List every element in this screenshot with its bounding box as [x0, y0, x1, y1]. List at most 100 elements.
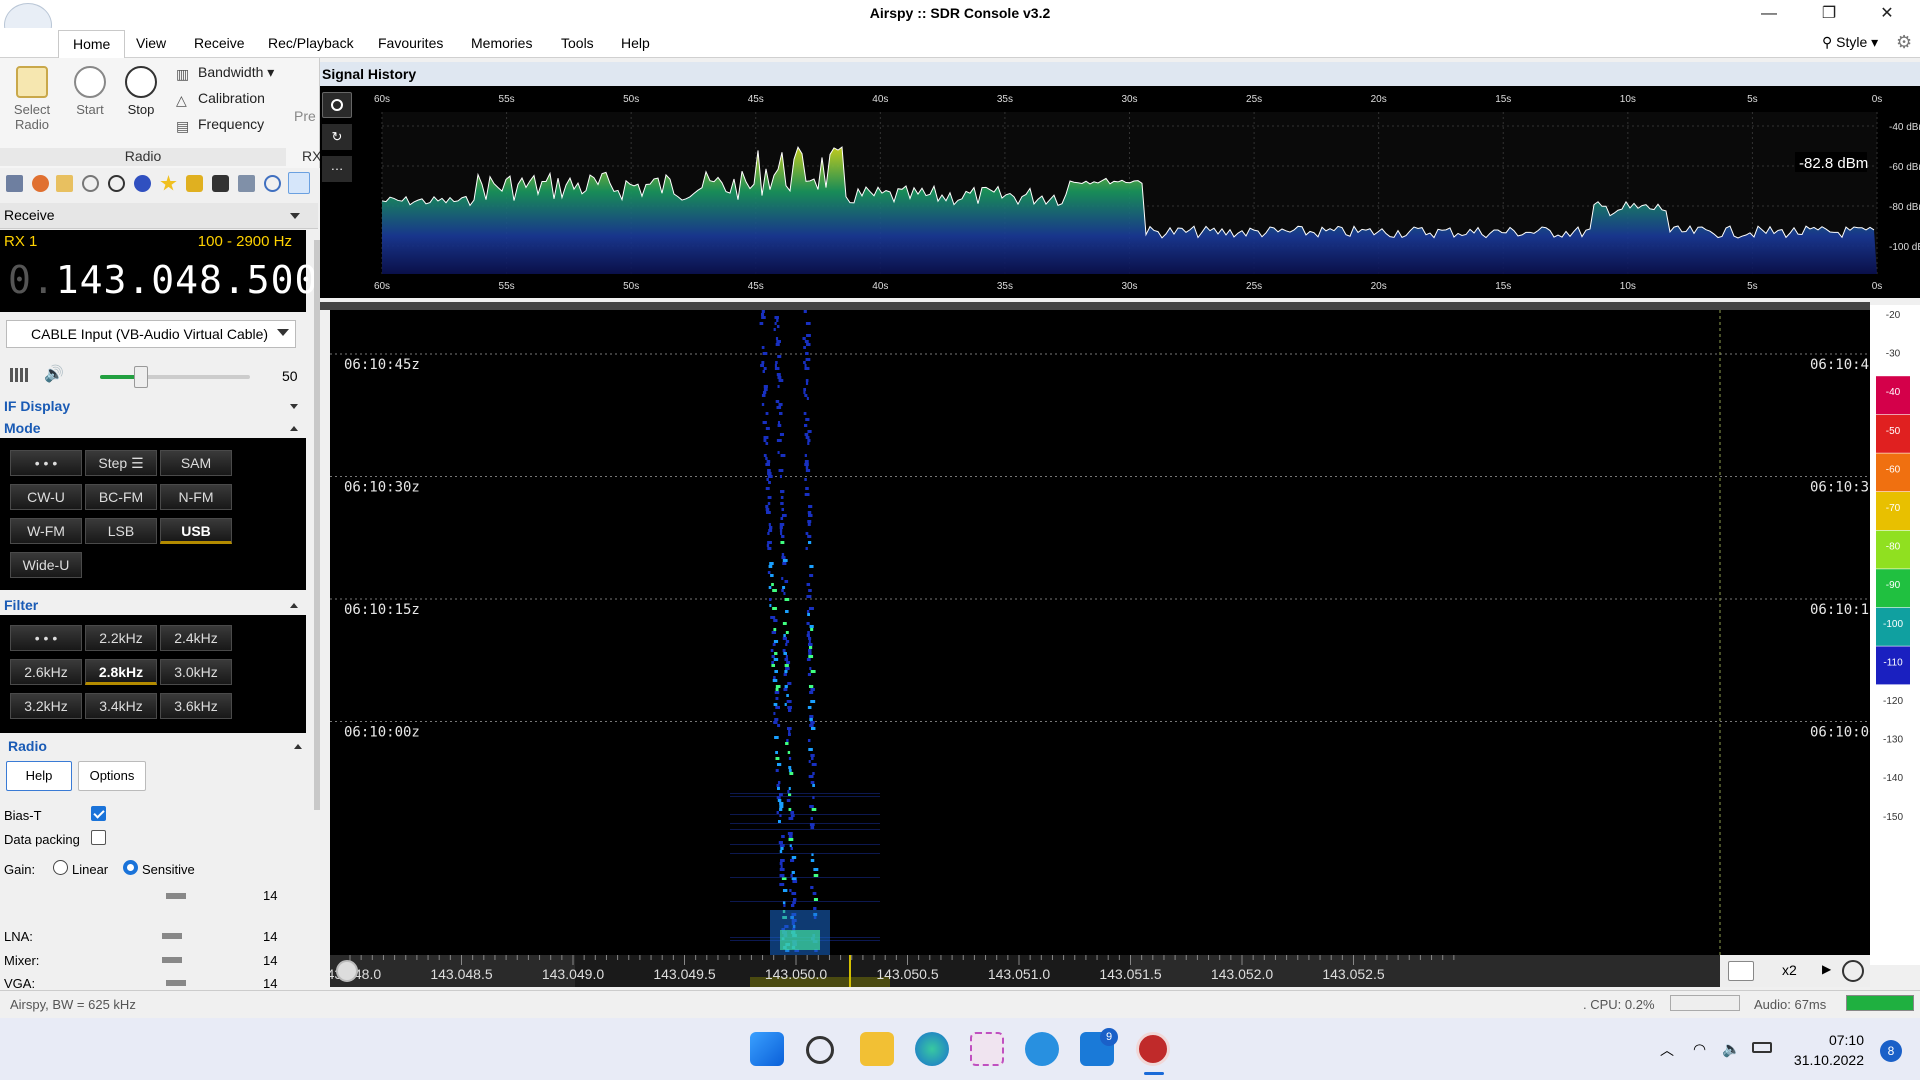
steam-icon[interactable]	[1025, 1032, 1059, 1066]
mode-sam-button[interactable]: SAM	[160, 450, 232, 476]
mode-usb-button[interactable]: USB	[160, 518, 232, 544]
frequency-readout[interactable]: 0.143.048.500	[8, 258, 318, 302]
mode-wideu-button[interactable]: Wide-U	[10, 552, 82, 578]
menu-receive[interactable]: Receive	[194, 35, 245, 51]
filter-2-4-button[interactable]: 2.4kHz	[160, 625, 232, 651]
wifi-icon[interactable]: ◠	[1693, 1040, 1706, 1058]
mode-more-button[interactable]: • • •	[10, 450, 82, 476]
mode-cwu-button[interactable]: CW-U	[10, 484, 82, 510]
mode-step-button[interactable]: Step ☰	[85, 450, 157, 476]
filter-header[interactable]: Filter	[0, 594, 306, 616]
menu-help[interactable]: Help	[621, 35, 650, 51]
play-small-icon[interactable]	[82, 175, 99, 192]
undo-icon[interactable]	[264, 175, 281, 192]
filter-2-6-button[interactable]: 2.6kHz	[10, 659, 82, 685]
data-packing-checkbox[interactable]	[91, 830, 106, 845]
filter-3-2-button[interactable]: 3.2kHz	[10, 693, 82, 719]
radio-header[interactable]: Radio	[4, 735, 310, 757]
start-button[interactable]: Start	[70, 66, 110, 117]
mode-wfm-button[interactable]: W-FM	[10, 518, 82, 544]
windows-start-icon[interactable]	[750, 1032, 784, 1066]
bias-t-checkbox[interactable]	[91, 806, 106, 821]
frequency-display[interactable]: RX 1 100 - 2900 Hz 0.143.048.500	[0, 230, 317, 312]
volume-slider[interactable]	[100, 366, 250, 388]
frequency-button[interactable]: ▤ Frequency	[176, 116, 264, 134]
mixer-slider[interactable]	[162, 957, 182, 963]
audio-input-select[interactable]: CABLE Input (VB-Audio Virtual Cable)	[6, 320, 296, 348]
zoom-value[interactable]: x2	[1782, 962, 1797, 978]
chevron-right-icon[interactable]: ▶	[1822, 962, 1831, 976]
vga-slider[interactable]	[166, 980, 186, 986]
filter-2-2-button[interactable]: 2.2kHz	[85, 625, 157, 651]
left-panel-scrollbar[interactable]	[314, 240, 320, 810]
filter-2-8-button[interactable]: 2.8kHz	[85, 659, 157, 685]
chevron-up-icon[interactable]: ︿	[1660, 1040, 1674, 1060]
chevron-down-icon[interactable]	[290, 213, 300, 219]
mode-header[interactable]: Mode	[0, 417, 306, 439]
menu-view[interactable]: View	[136, 35, 166, 51]
mode-lsb-button[interactable]: LSB	[85, 518, 157, 544]
battery-icon[interactable]	[1752, 1042, 1772, 1053]
mode-bcfm-button[interactable]: BC-FM	[85, 484, 157, 510]
keyboard-icon[interactable]	[1728, 961, 1754, 981]
menu-rec-playback[interactable]: Rec/Playback	[268, 35, 354, 51]
receive-header[interactable]: Receive	[0, 203, 318, 229]
filter-3-0-button[interactable]: 3.0kHz	[160, 659, 232, 685]
style-menu[interactable]: ⚲ Style ▾	[1822, 34, 1878, 51]
close-button[interactable]: ✕	[1864, 0, 1910, 28]
splitter[interactable]	[320, 302, 1870, 310]
frequency-axis[interactable]: 143.048.0143.048.5143.049.0143.049.5143.…	[319, 955, 1720, 987]
antenna-icon[interactable]	[238, 175, 255, 192]
restore-button[interactable]: ❐	[1806, 0, 1852, 28]
menu-home[interactable]: Home	[58, 30, 126, 58]
folder-icon[interactable]	[56, 175, 73, 192]
mode-nfm-button[interactable]: N-FM	[160, 484, 232, 510]
lifebuoy-icon[interactable]	[32, 175, 49, 192]
filter-more-button[interactable]: • • •	[10, 625, 82, 651]
star-icon[interactable]	[160, 175, 177, 191]
radio-help-button[interactable]: Help	[6, 761, 72, 791]
snipping-tool-icon[interactable]	[970, 1032, 1004, 1066]
select-radio-button[interactable]: Select Radio	[8, 66, 56, 132]
record-button[interactable]	[322, 92, 352, 118]
lna-slider[interactable]	[162, 933, 182, 939]
lock-icon[interactable]	[186, 175, 203, 192]
calibration-button[interactable]: △ Calibration	[176, 90, 265, 108]
if-display-header[interactable]: IF Display	[0, 395, 306, 417]
menu-tools[interactable]: Tools	[561, 35, 594, 51]
stop-button[interactable]: Stop	[120, 66, 162, 117]
speaker-icon[interactable]: 🔊	[44, 364, 64, 384]
stop-small-icon[interactable]	[108, 175, 125, 192]
refresh-button[interactable]: ↻	[322, 124, 352, 150]
scroll-right-icon[interactable]	[1842, 960, 1864, 982]
menu-memories[interactable]: Memories	[471, 35, 532, 51]
camera-icon[interactable]	[212, 175, 229, 192]
file-explorer-icon[interactable]	[860, 1032, 894, 1066]
volume-icon[interactable]: 🔈	[1722, 1040, 1741, 1058]
clock-date[interactable]: 31.10.2022	[1784, 1052, 1864, 1068]
menu-favourites[interactable]: Favourites	[378, 35, 443, 51]
ribbon-pre[interactable]: Pre	[294, 108, 316, 124]
meter-icon[interactable]	[10, 368, 28, 382]
chart-icon[interactable]	[288, 172, 310, 194]
minimize-button[interactable]: —	[1746, 0, 1792, 28]
sdr-console-icon[interactable]	[1136, 1032, 1170, 1066]
globe-icon[interactable]	[134, 175, 151, 192]
edge-icon[interactable]	[915, 1032, 949, 1066]
clock-time[interactable]: 07:10	[1784, 1032, 1864, 1048]
filter-3-4-button[interactable]: 3.4kHz	[85, 693, 157, 719]
filter-3-6-button[interactable]: 3.6kHz	[160, 693, 232, 719]
waterfall-display[interactable]: 06:10:45z 06:10:45z 06:10:30z 06:10:30z 06:1…	[330, 310, 1886, 961]
bandwidth-button[interactable]: ▥ Bandwidth ▾	[176, 64, 274, 82]
home-icon[interactable]	[6, 175, 23, 192]
gain-slider[interactable]	[166, 893, 186, 899]
gain-linear-radio[interactable]	[53, 860, 68, 875]
notification-badge[interactable]: 8	[1880, 1040, 1902, 1062]
gear-icon[interactable]: ⚙	[1896, 32, 1912, 53]
scroll-left-icon[interactable]	[336, 960, 358, 982]
volume-thumb[interactable]	[134, 366, 149, 388]
gain-sensitive-radio[interactable]	[123, 860, 138, 875]
radio-options-button[interactable]: Options	[78, 761, 146, 791]
more-button[interactable]: …	[322, 156, 352, 182]
search-icon[interactable]	[806, 1036, 834, 1064]
